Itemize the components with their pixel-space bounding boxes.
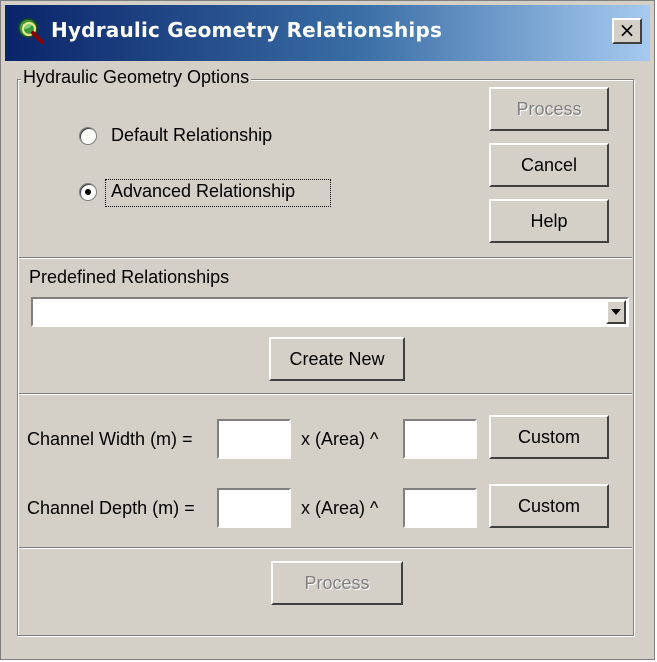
close-button[interactable]: × [612,18,642,44]
channel-width-label: Channel Width (m) = [27,429,193,449]
channel-width-coefficient-input[interactable] [217,419,291,459]
custom-depth-label: Custom [517,495,580,516]
separator-2 [19,393,632,395]
create-new-label: Create New [289,348,385,369]
process-bottom-label: Process [304,572,370,593]
default-relationship-label[interactable]: Default Relationship [111,125,272,146]
separator-3 [19,547,632,549]
create-new-button[interactable]: Create New [269,337,405,381]
predefined-relationships-select[interactable] [31,297,629,327]
custom-width-label: Custom [517,426,580,447]
channel-depth-coefficient-input[interactable] [217,488,291,528]
process-top-label: Process [516,98,582,119]
close-icon: × [618,18,636,42]
options-group-label: Hydraulic Geometry Options [21,67,252,88]
chevron-down-icon[interactable] [606,300,626,324]
separator-1 [19,257,632,259]
custom-depth-button[interactable]: Custom [489,484,609,528]
help-label: Help [530,210,568,231]
title-bar[interactable]: Hydraulic Geometry Relationships × [5,5,650,61]
custom-width-button[interactable]: Custom [489,415,609,459]
process-top-button[interactable]: Process [489,87,609,131]
cancel-label: Cancel [520,154,578,175]
advanced-relationship-radio[interactable] [79,183,97,201]
radio-selected-dot [85,189,91,195]
predefined-label: Predefined Relationships [29,267,230,287]
channel-depth-label: Channel Depth (m) = [27,498,195,518]
advanced-relationship-label[interactable]: Advanced Relationship [111,181,295,202]
cancel-button[interactable]: Cancel [489,143,609,187]
globe-magnifier-icon [18,18,44,44]
channel-width-exponent-input[interactable] [403,419,477,459]
window-title: Hydraulic Geometry Relationships [51,18,443,42]
process-bottom-button[interactable]: Process [271,561,403,605]
width-area-exponent-label: x (Area) ^ [301,429,379,449]
depth-area-exponent-label: x (Area) ^ [301,498,379,518]
channel-depth-exponent-input[interactable] [403,488,477,528]
help-button[interactable]: Help [489,199,609,243]
default-relationship-radio[interactable] [79,127,97,145]
dialog-window: Hydraulic Geometry Relationships × Hydra… [0,0,655,660]
